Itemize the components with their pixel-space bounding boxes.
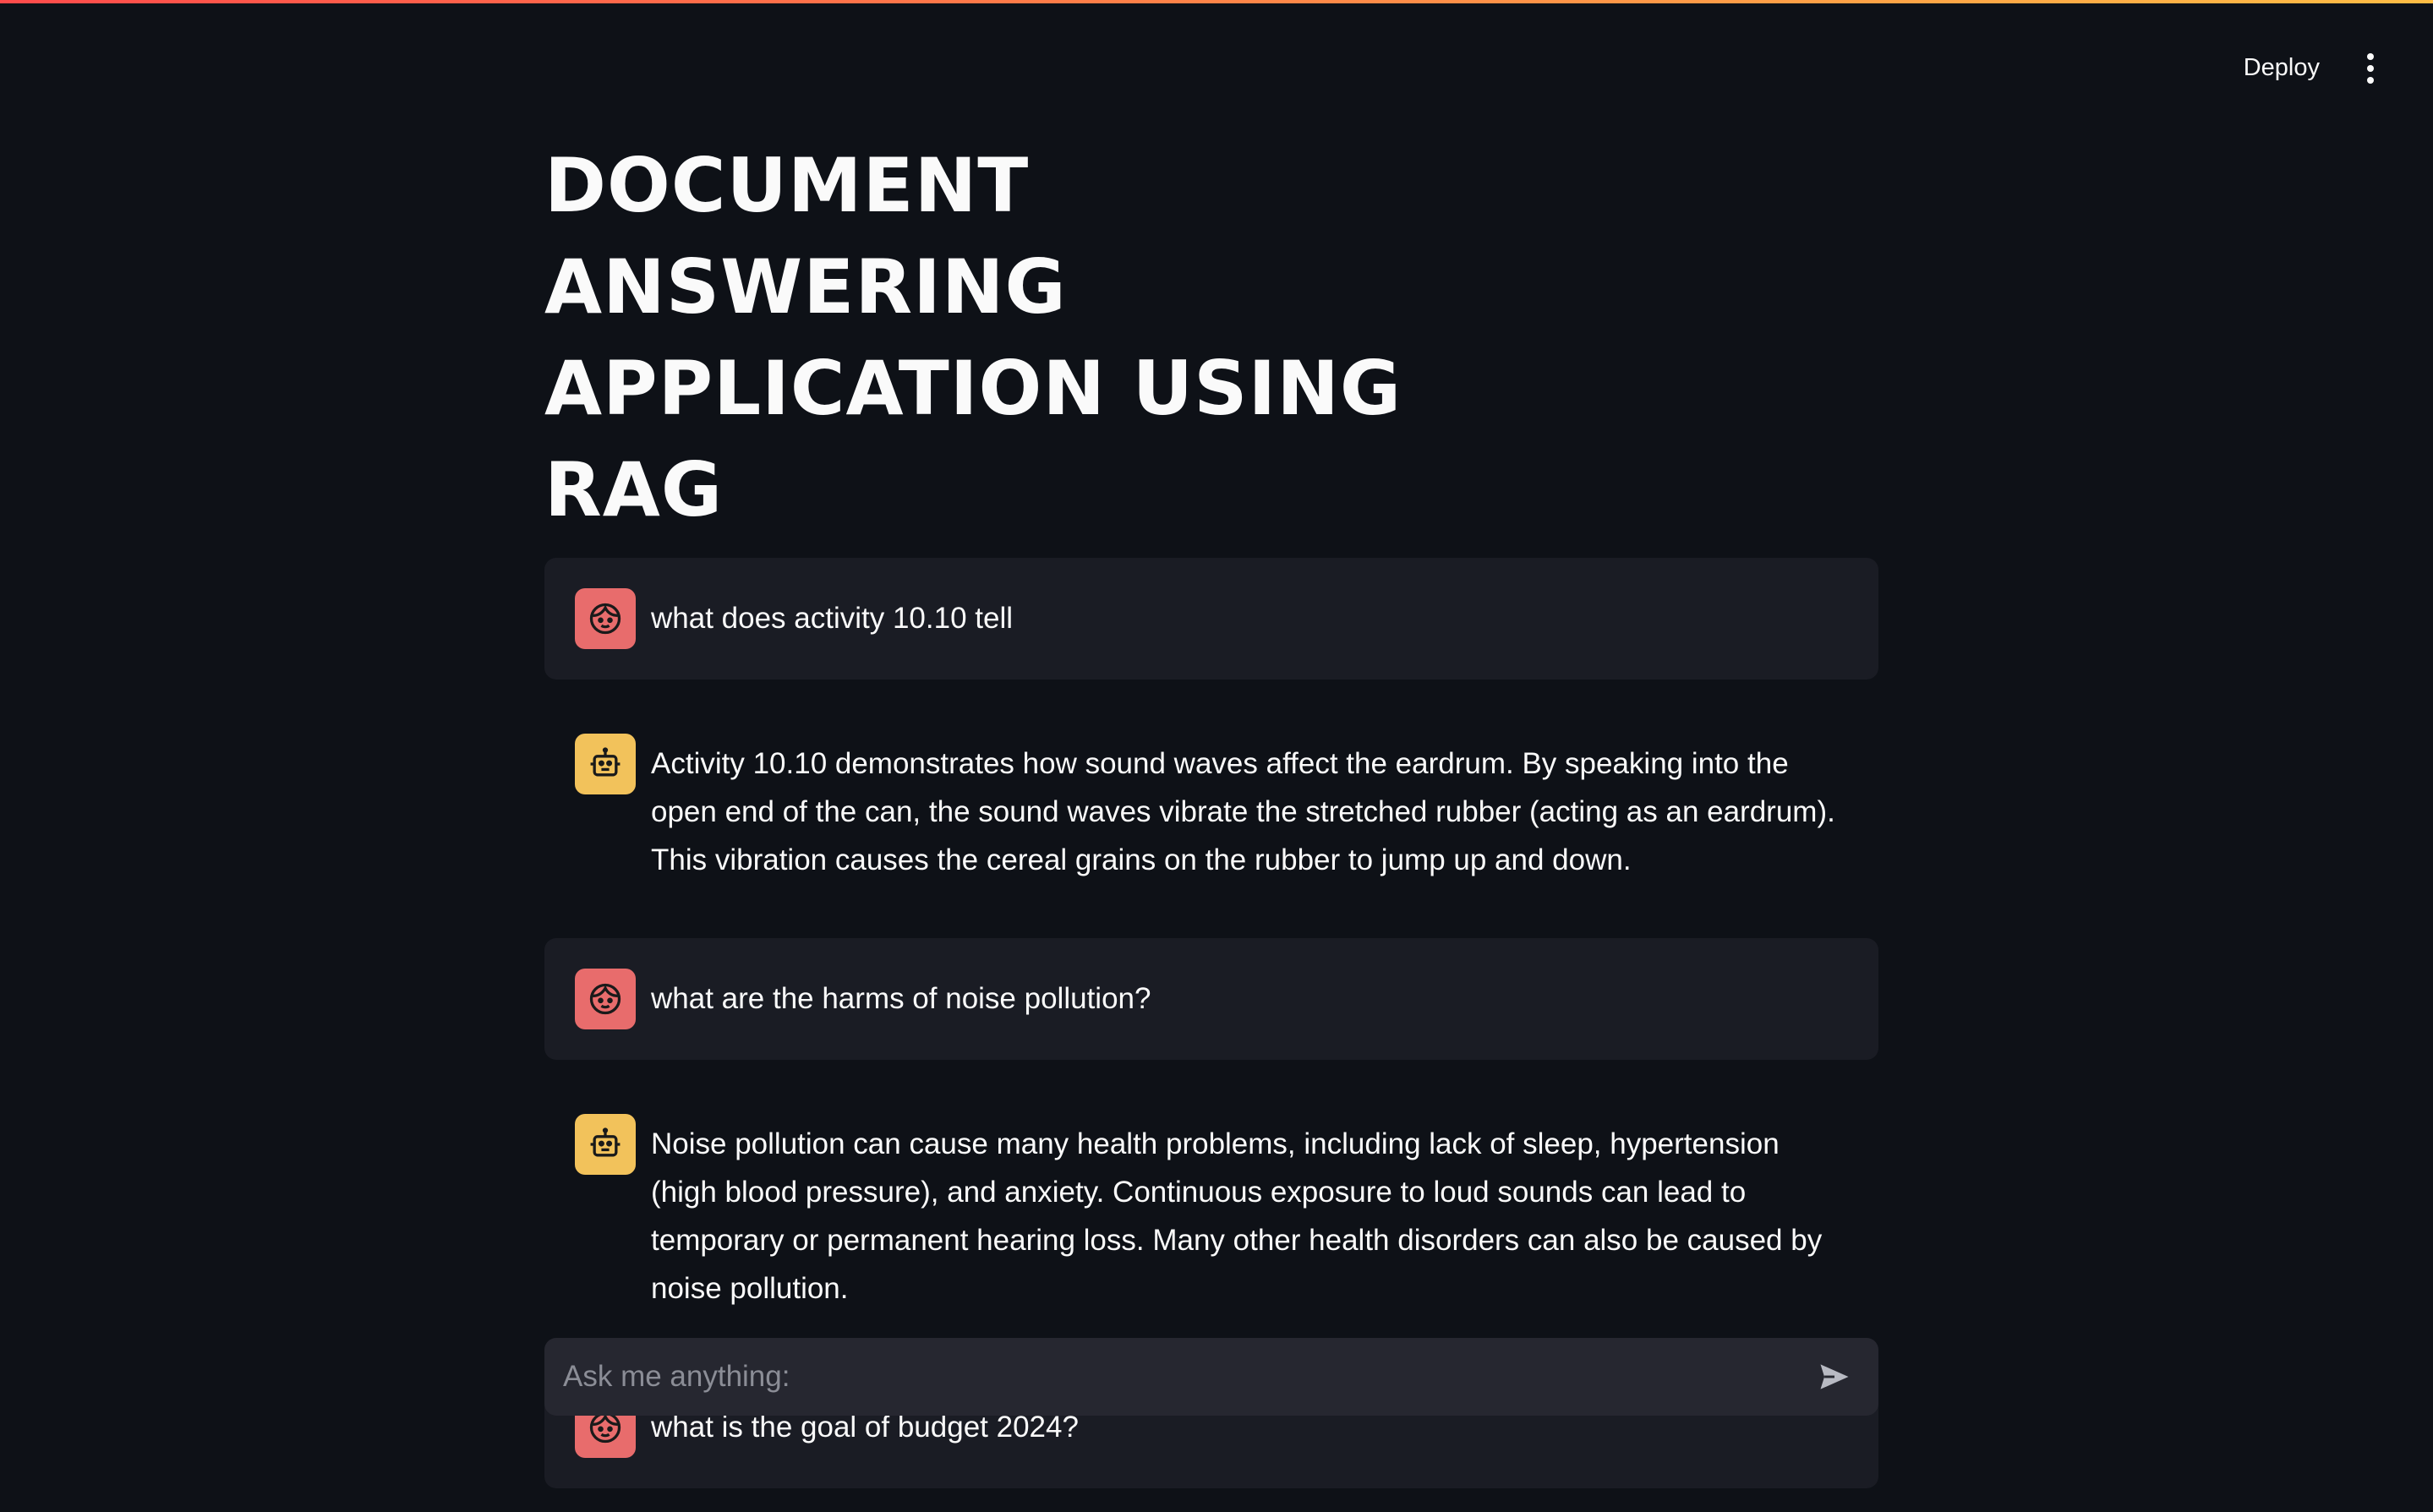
chat-message-text: Activity 10.10 demonstrates how sound wa…: [651, 747, 1835, 876]
chat-message-user: what does activity 10.10 tell: [544, 558, 1878, 680]
chat-message-assistant: Activity 10.10 demonstrates how sound wa…: [544, 703, 1878, 914]
main-menu-icon[interactable]: [2362, 50, 2379, 87]
main-content: DOCUMENT ANSWERING APPLICATION USING RAG…: [544, 135, 1878, 1512]
chat-message-text: what are the harms of noise pollution?: [651, 982, 1151, 1015]
page-title: DOCUMENT ANSWERING APPLICATION USING RAG: [544, 142, 1402, 533]
user-face-icon: [575, 588, 636, 649]
top-decoration-bar: [0, 0, 2433, 3]
robot-icon: [575, 1114, 636, 1175]
header-actions: Deploy: [2244, 49, 2379, 87]
robot-icon: [575, 734, 636, 794]
chat-message-assistant: Noise pollution can cause many health pr…: [544, 1084, 1878, 1343]
user-face-icon: [575, 969, 636, 1029]
chat-message-user: what are the harms of noise pollution?: [544, 938, 1878, 1060]
deploy-button[interactable]: Deploy: [2244, 49, 2320, 87]
chat-message-text: Noise pollution can cause many health pr…: [651, 1127, 1823, 1305]
send-icon[interactable]: [1809, 1351, 1860, 1402]
chat-input-bar: [544, 1338, 1878, 1416]
chat-message-text: what does activity 10.10 tell: [651, 602, 1014, 635]
chat-input[interactable]: [561, 1359, 1809, 1395]
